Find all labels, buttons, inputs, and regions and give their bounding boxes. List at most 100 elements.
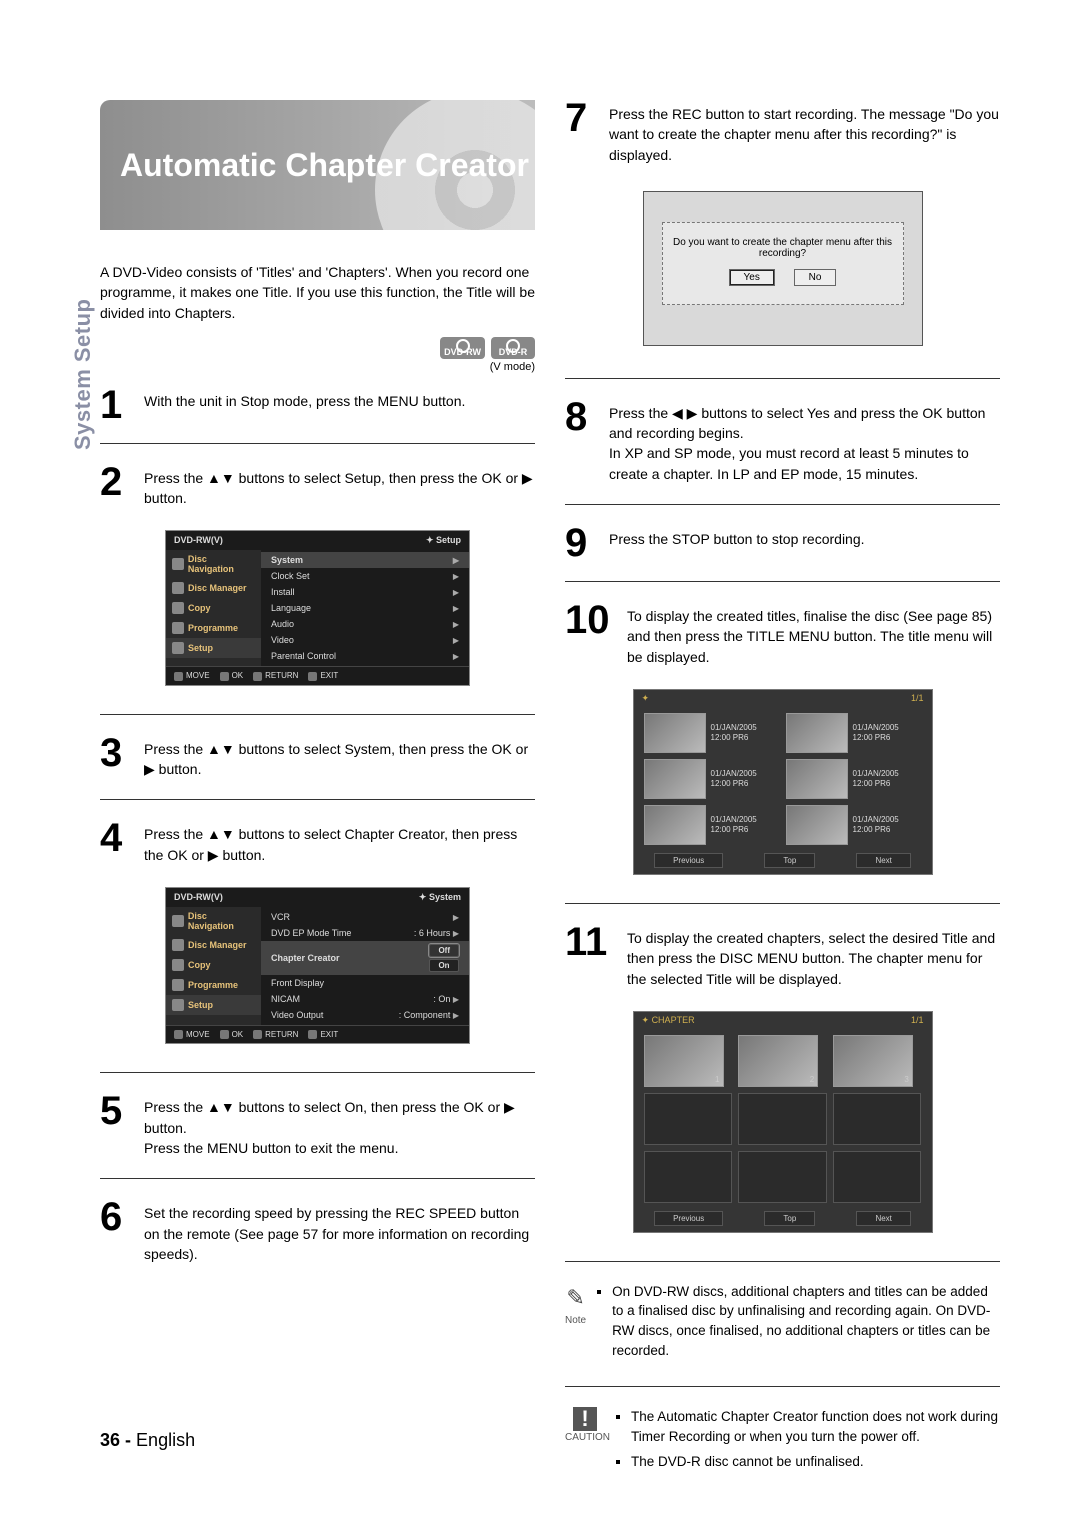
nav-icon: [172, 979, 184, 991]
osd-footer-hint: EXIT: [308, 1030, 338, 1039]
prev-button: Previous: [654, 1211, 723, 1226]
divider: [100, 1072, 535, 1073]
prev-button: Previous: [654, 853, 723, 868]
divider: [100, 1178, 535, 1179]
nav-icon: [172, 959, 184, 971]
osd-nav-item: Setup: [188, 643, 213, 653]
osd-list-item: Install: [271, 587, 295, 597]
step-number: 1: [100, 387, 134, 423]
top-button: Top: [764, 1211, 815, 1226]
page-footer: 36 - English: [100, 1430, 195, 1451]
osd-value: : 6 Hours: [414, 928, 451, 938]
caution-label: CAUTION: [565, 1432, 610, 1443]
osd-header-left: DVD-RW(V): [174, 535, 223, 546]
step-7-text: Press the REC button to start recording.…: [609, 100, 1000, 165]
section-tab: System Setup: [70, 299, 96, 451]
step-6-text: Set the recording speed by pressing the …: [144, 1199, 535, 1264]
osd-nav-item: Copy: [188, 603, 211, 613]
step-number: 5: [100, 1093, 134, 1158]
caution-item: The Automatic Chapter Creator function d…: [631, 1407, 1000, 1446]
osd-footer-hint: RETURN: [253, 1030, 298, 1039]
empty-slot: [833, 1093, 922, 1145]
chapter-thumb: 2: [738, 1035, 818, 1087]
nav-icon: [172, 622, 184, 634]
step-8-text: Press the ◀ ▶ buttons to select Yes and …: [609, 399, 1000, 484]
divider: [565, 1261, 1000, 1262]
caution-callout: !CAUTION The Automatic Chapter Creator f…: [565, 1407, 1000, 1478]
step-1-text: With the unit in Stop mode, press the ME…: [144, 387, 535, 423]
step-number: 2: [100, 464, 134, 509]
empty-slot: [833, 1151, 922, 1203]
chapter-thumb: 3: [833, 1035, 913, 1087]
badge-dvd-rw: DVD-RW: [440, 337, 485, 359]
title-thumb: 01/JAN/200512:00 PR6: [786, 759, 922, 799]
divider: [565, 378, 1000, 379]
chapter-thumb: 1: [644, 1035, 724, 1087]
page-title: Automatic Chapter Creator: [120, 147, 529, 184]
note-callout: ✎Note On DVD-RW discs, additional chapte…: [565, 1282, 1000, 1366]
chapter-menu-screenshot: ✦ CHAPTER1/1 1 2 3 Previous Top Next: [633, 1011, 933, 1233]
empty-slot: [738, 1151, 827, 1203]
option-off: Off: [429, 944, 459, 957]
top-button: Top: [764, 853, 815, 868]
step-number: 4: [100, 820, 134, 865]
osd-header-left: DVD-RW(V): [174, 892, 223, 903]
note-item: On DVD-RW discs, additional chapters and…: [612, 1282, 1000, 1360]
osd-list-item: Video: [271, 635, 294, 645]
divider: [565, 504, 1000, 505]
osd-list-item: Audio: [271, 619, 294, 629]
step-2-text: Press the ▲▼ buttons to select Setup, th…: [144, 464, 535, 509]
divider: [100, 799, 535, 800]
dialog-message: Do you want to create the chapter menu a…: [669, 237, 897, 259]
next-button: Next: [856, 853, 910, 868]
page-indicator: 1/1: [911, 1015, 924, 1026]
dialog-screenshot: Do you want to create the chapter menu a…: [643, 191, 923, 346]
osd-list-item: Language: [271, 603, 311, 613]
nav-icon: [172, 602, 184, 614]
step-10-text: To display the created titles, finalise …: [627, 602, 1000, 667]
osd-nav-item: Programme: [188, 980, 238, 990]
diamond-icon: ✦: [642, 693, 650, 704]
title-thumb: 01/JAN/200512:00 PR6: [786, 713, 922, 753]
osd-footer-hint: OK: [220, 1030, 244, 1039]
osd-list-item: Clock Set: [271, 571, 310, 581]
osd-value: : On: [433, 994, 450, 1004]
step-3-text: Press the ▲▼ buttons to select System, t…: [144, 735, 535, 780]
empty-slot: [644, 1151, 733, 1203]
osd-nav-item: Copy: [188, 960, 211, 970]
badge-dvd-r: DVD-R: [491, 337, 535, 359]
page-indicator: 1/1: [911, 693, 924, 704]
title-thumb: 01/JAN/200512:00 PR6: [786, 805, 922, 845]
title-menu-screenshot: ✦ 1/1 01/JAN/200512:00 PR6 01/JAN/200512:…: [633, 689, 933, 875]
note-label: Note: [565, 1315, 586, 1326]
osd-header-right: ✦ Setup: [426, 535, 461, 546]
osd-list-item: Parental Control: [271, 651, 336, 661]
next-button: Next: [856, 1211, 910, 1226]
divider: [565, 1386, 1000, 1387]
title-banner: Automatic Chapter Creator: [100, 100, 535, 230]
osd-setup-screenshot: DVD-RW(V)✦ Setup Disc Navigation Disc Ma…: [165, 530, 470, 685]
osd-nav-item: Setup: [188, 1000, 213, 1010]
step-number: 11: [565, 924, 617, 989]
caution-item: The DVD-R disc cannot be unfinalised.: [631, 1452, 1000, 1472]
step-number: 6: [100, 1199, 134, 1264]
osd-footer-hint: OK: [220, 671, 244, 680]
osd-system-screenshot: DVD-RW(V)✦ System Disc Navigation Disc M…: [165, 887, 470, 1044]
osd-footer-hint: MOVE: [174, 671, 210, 680]
osd-value: : Component: [399, 1010, 451, 1020]
osd-nav-item: Disc Navigation: [188, 554, 255, 574]
nav-icon: [172, 582, 184, 594]
osd-footer-hint: MOVE: [174, 1030, 210, 1039]
osd-list-item: NICAM: [271, 994, 300, 1004]
step-number: 3: [100, 735, 134, 780]
caution-icon: !: [573, 1407, 597, 1431]
step-4-text: Press the ▲▼ buttons to select Chapter C…: [144, 820, 535, 865]
title-thumb: 01/JAN/200512:00 PR6: [644, 759, 780, 799]
note-icon: ✎: [565, 1282, 586, 1314]
osd-list-item: DVD EP Mode Time: [271, 928, 351, 938]
osd-list-item: VCR: [271, 912, 290, 922]
step-number: 7: [565, 100, 599, 165]
step-11-text: To display the created chapters, select …: [627, 924, 1000, 989]
nav-icon: [172, 558, 184, 570]
osd-nav-item: Disc Navigation: [188, 911, 255, 931]
